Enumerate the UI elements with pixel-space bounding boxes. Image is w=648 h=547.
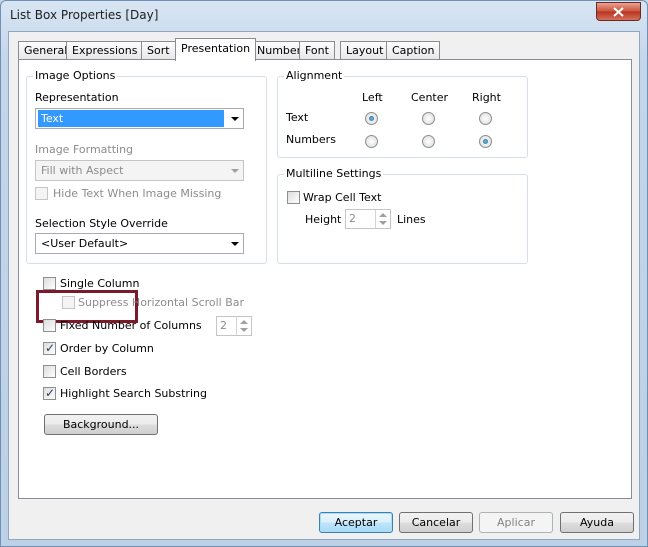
image-formatting-label: Image Formatting	[35, 143, 134, 156]
align-col-right: Right	[472, 91, 501, 104]
height-label: Height	[305, 213, 342, 226]
tab-layout[interactable]: Layout	[340, 41, 390, 60]
tab-font[interactable]: Font	[299, 41, 335, 60]
cell-borders-checkbox[interactable]	[43, 365, 56, 378]
close-button[interactable]	[596, 2, 641, 21]
spin-down-icon[interactable]	[240, 328, 248, 332]
spin-down-icon[interactable]	[379, 221, 387, 225]
text-align-left-radio[interactable]	[365, 112, 378, 125]
background-button-label: Background...	[62, 418, 140, 431]
accept-button-label: Aceptar	[334, 516, 378, 529]
chevron-down-icon	[231, 169, 239, 173]
check-icon: ✓	[45, 341, 56, 355]
order-by-column-label: Order by Column	[60, 342, 154, 355]
numbers-align-left-radio[interactable]	[365, 135, 378, 148]
tab-label: Font	[305, 44, 329, 57]
tab-label: Layout	[346, 44, 384, 57]
accept-button[interactable]: Aceptar	[319, 512, 393, 533]
numbers-align-center-radio[interactable]	[422, 135, 435, 148]
tab-label: General	[24, 44, 68, 57]
tab-label: Caption	[392, 44, 435, 57]
text-align-right-radio[interactable]	[479, 112, 492, 125]
single-column-label: Single Column	[60, 277, 140, 290]
align-row-numbers: Numbers	[286, 133, 336, 146]
fixed-columns-stepper[interactable]: 2	[216, 316, 252, 336]
numbers-align-right-radio[interactable]	[479, 135, 492, 148]
tab-label: Sort	[147, 44, 170, 57]
order-by-column-checkbox[interactable]: ✓	[43, 341, 56, 355]
spin-up-icon[interactable]	[379, 213, 387, 217]
height-stepper[interactable]: 2	[345, 209, 391, 229]
selection-style-value: <User Default>	[41, 237, 129, 250]
suppress-scroll-checkbox[interactable]	[62, 296, 75, 309]
group-legend: Image Options	[33, 69, 118, 82]
check-icon: ✓	[45, 386, 56, 400]
fixed-columns-label: Fixed Number of Columns	[60, 319, 202, 332]
representation-label: Representation	[35, 91, 119, 104]
single-column-checkbox[interactable]	[43, 277, 56, 290]
dialog-client-area: General Expressions Sort Presentation Nu…	[8, 31, 640, 540]
tab-caption[interactable]: Caption	[386, 41, 441, 60]
chevron-down-icon	[231, 117, 239, 121]
height-value: 2	[349, 212, 356, 225]
cancel-button-label: Cancelar	[411, 516, 461, 529]
align-col-center: Center	[411, 91, 449, 104]
highlight-search-checkbox[interactable]: ✓	[43, 386, 56, 400]
cell-borders-label: Cell Borders	[60, 365, 127, 378]
align-col-left: Left	[362, 91, 383, 104]
group-legend: Alignment	[284, 69, 345, 82]
stepper-buttons[interactable]	[375, 210, 390, 228]
help-button[interactable]: Ayuda	[560, 512, 634, 533]
window-title: List Box Properties [Day]	[10, 8, 159, 22]
stepper-buttons[interactable]	[236, 317, 251, 335]
wrap-cell-text-label: Wrap Cell Text	[303, 191, 382, 204]
chevron-down-icon	[231, 242, 239, 246]
tab-label: Expressions	[72, 44, 138, 57]
cancel-button[interactable]: Cancelar	[399, 512, 473, 533]
image-formatting-dropdown[interactable]: Fill with Aspect	[35, 160, 244, 181]
image-formatting-value: Fill with Aspect	[41, 164, 124, 177]
presentation-panel: Image Options Representation Text Image …	[18, 59, 632, 499]
tab-sort[interactable]: Sort	[141, 41, 176, 60]
highlight-search-label: Highlight Search Substring	[60, 387, 207, 400]
close-icon	[613, 6, 624, 17]
tab-label: Number	[257, 44, 302, 57]
background-button[interactable]: Background...	[44, 414, 158, 435]
representation-dropdown[interactable]: Text	[35, 108, 244, 129]
hide-text-checkbox[interactable]	[35, 187, 48, 200]
tab-presentation[interactable]: Presentation	[175, 38, 257, 61]
fixed-columns-value: 2	[220, 319, 227, 332]
wrap-cell-text-checkbox[interactable]	[287, 191, 300, 204]
lines-label: Lines	[397, 213, 426, 226]
selection-style-label: Selection Style Override	[35, 217, 168, 230]
apply-button[interactable]: Aplicar	[479, 512, 553, 533]
tab-expressions[interactable]: Expressions	[66, 41, 144, 60]
align-row-text: Text	[286, 111, 309, 124]
representation-value: Text	[38, 110, 224, 127]
suppress-scroll-label: Suppress Horizontal Scroll Bar	[78, 296, 245, 309]
text-align-center-radio[interactable]	[422, 112, 435, 125]
dialog-window: List Box Properties [Day] General Expres…	[0, 0, 648, 547]
tab-label: Presentation	[181, 42, 251, 55]
help-button-label: Ayuda	[580, 516, 614, 529]
spin-up-icon[interactable]	[240, 320, 248, 324]
apply-button-label: Aplicar	[497, 516, 535, 529]
fixed-columns-checkbox[interactable]	[43, 319, 56, 332]
selection-style-dropdown[interactable]: <User Default>	[35, 233, 244, 254]
group-legend: Multiline Settings	[284, 167, 384, 180]
hide-text-label: Hide Text When Image Missing	[53, 187, 222, 200]
title-bar[interactable]: List Box Properties [Day]	[1, 1, 647, 31]
